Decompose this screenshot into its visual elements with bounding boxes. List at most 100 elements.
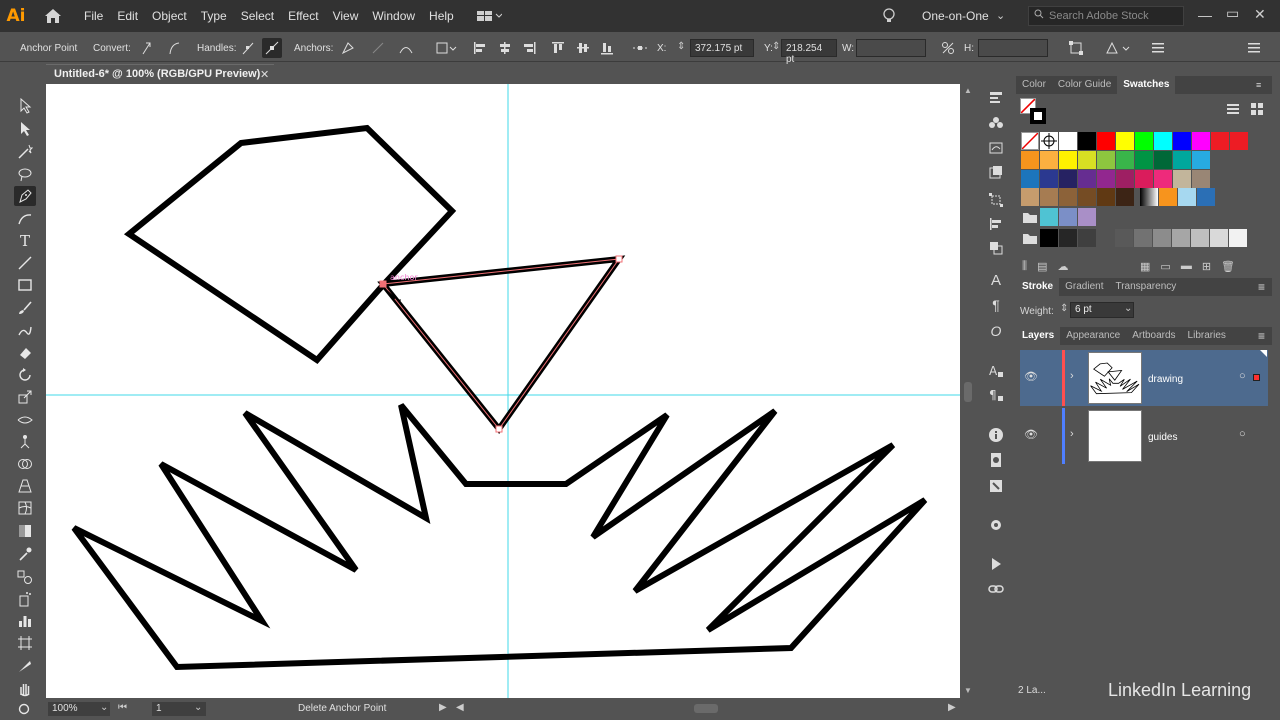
grays-folder-icon[interactable] [1022,231,1038,248]
puppet-warp-tool-icon[interactable] [14,432,36,452]
color-swatch[interactable] [1173,170,1191,188]
stroke-panel-menu-icon[interactable]: ≡ [1258,280,1265,294]
color-swatch[interactable] [1116,151,1134,169]
slice-tool-icon[interactable] [14,656,36,676]
symbols-icon[interactable] [986,113,1006,133]
align-center-icon[interactable] [497,40,513,59]
color-swatch[interactable] [1059,132,1077,150]
blend-tool-icon[interactable] [14,567,36,587]
zoom-chevron-icon[interactable]: ⌄ [100,702,108,713]
visibility-eye-icon[interactable]: 👁 [1024,370,1038,383]
color-swatch[interactable] [1078,151,1096,169]
selected-triangle-path[interactable]: anchor [377,255,626,434]
color-swatch[interactable] [1021,170,1039,188]
chevron-down-icon[interactable]: ⌄ [996,9,1005,22]
symbol-sprayer-tool-icon[interactable] [14,589,36,609]
horizontal-scroll-thumb[interactable] [694,704,718,713]
paragraph-icon[interactable]: ¶ [986,295,1006,315]
color-swatch[interactable] [1192,151,1210,169]
tab-swatches[interactable]: Swatches [1117,76,1176,94]
menu-help[interactable]: Help [429,9,454,23]
folder-icon[interactable] [1022,210,1038,227]
grid-view-icon[interactable] [1250,102,1264,119]
search-stock-input[interactable]: Search Adobe Stock [1028,6,1184,26]
status-menu-arrow-icon[interactable]: ▶ [439,702,447,713]
color-swatch[interactable] [1059,188,1077,206]
direct-selection-tool-icon[interactable] [14,119,36,139]
align-panel-strip-icon[interactable] [986,214,1006,234]
color-swatch[interactable] [1173,132,1191,150]
align-top-icon[interactable] [550,40,566,59]
menu-select[interactable]: Select [241,9,274,23]
shape-builder-tool-icon[interactable] [14,454,36,474]
menu-effect[interactable]: Effect [288,9,318,23]
target-circle-icon[interactable]: ○ [1239,428,1246,440]
artboard-canvas[interactable]: anchor [46,84,960,698]
layers-panel-menu-icon[interactable]: ≡ [1258,329,1265,343]
color-swatch[interactable] [1059,170,1077,188]
w-field[interactable] [856,39,926,57]
color-swatch[interactable] [1135,170,1153,188]
color-swatch[interactable] [1078,132,1096,150]
width-tool-icon[interactable] [14,410,36,430]
tab-appearance[interactable]: Appearance [1060,327,1126,345]
shaper-tool-icon[interactable] [14,321,36,341]
links-icon[interactable] [986,579,1006,599]
gradient-tool-icon[interactable] [14,521,36,541]
expand-chevron-icon[interactable]: › [1070,428,1074,440]
maximize-button[interactable]: ▭ [1226,5,1239,22]
eraser-tool-icon[interactable] [14,343,36,363]
transform-panel-icon[interactable] [986,190,1006,210]
scroll-right-icon[interactable]: ▶ [948,702,956,713]
weight-dropdown-icon[interactable]: ⌄ [1124,303,1132,314]
pen-tool-icon[interactable] [14,186,36,206]
layer-row-drawing[interactable]: 👁 › drawing ○ [1020,350,1268,406]
zoom-tool-icon[interactable] [14,700,36,720]
color-swatch[interactable] [1115,229,1133,247]
document-tab[interactable]: Untitled-6* @ 100% (RGB/GPU Preview) ✕ [46,64,274,84]
graphic-styles-icon[interactable] [986,162,1006,182]
menu-view[interactable]: View [333,9,359,23]
column-graph-tool-icon[interactable] [14,611,36,631]
color-swatch[interactable] [1040,229,1058,247]
color-swatch[interactable] [1230,132,1248,150]
new-folder-icon[interactable]: ▬ [1181,260,1192,273]
color-swatch[interactable] [1059,229,1077,247]
color-swatch[interactable] [1040,170,1058,188]
color-swatch[interactable] [1154,132,1172,150]
selection-tool-icon[interactable] [14,96,36,116]
expand-chevron-icon[interactable]: › [1070,370,1074,382]
menu-file[interactable]: File [84,9,103,23]
artwork-svg[interactable]: anchor [46,84,960,698]
properties-icon[interactable] [986,88,1006,108]
color-swatch[interactable] [1097,170,1115,188]
align-middle-icon[interactable] [575,40,591,59]
pathfinder-icon[interactable] [986,238,1006,258]
char-styles-icon[interactable]: A [986,361,1006,381]
scale-tool-icon[interactable] [14,387,36,407]
home-icon[interactable] [40,3,66,29]
pattern-swatch-2[interactable] [1197,188,1215,206]
menu-edit[interactable]: Edit [117,9,138,23]
curvature-tool-icon[interactable] [14,209,36,229]
list-view-icon[interactable] [1226,102,1240,119]
color-swatch[interactable] [1173,151,1191,169]
scroll-left-icon[interactable]: ◀ [456,702,464,713]
crown-shape[interactable] [71,403,928,671]
layer-name[interactable]: guides [1148,432,1177,443]
delete-swatch-icon[interactable]: 🗑 [1221,260,1235,273]
tab-gradient[interactable]: Gradient [1059,278,1109,296]
align-left-icon[interactable] [472,40,488,59]
tab-libraries[interactable]: Libraries [1182,327,1232,345]
artboard-chevron-icon[interactable]: ⌄ [194,702,202,713]
minimize-button[interactable]: — [1198,7,1212,23]
align-right-icon[interactable] [521,40,537,59]
color-swatch[interactable] [1040,151,1058,169]
tab-transparency[interactable]: Transparency [1109,278,1182,296]
type-tool-icon[interactable]: T [14,231,36,251]
color-swatch[interactable] [1078,170,1096,188]
connect-anchors-icon[interactable] [370,40,386,59]
settings-gear-icon[interactable] [986,515,1006,535]
show-handles-icon[interactable] [241,40,255,59]
color-swatch[interactable] [1116,170,1134,188]
